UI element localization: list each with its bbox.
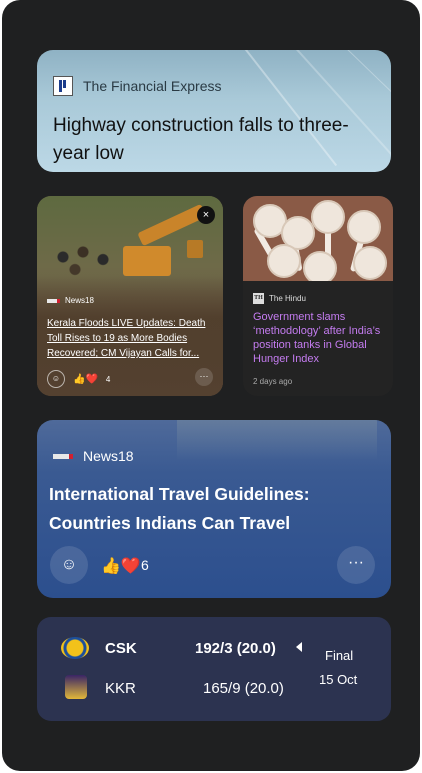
news-photo-disks xyxy=(243,196,393,281)
source-row: TH The Hindu xyxy=(253,293,306,304)
winner-arrow-icon xyxy=(296,642,302,652)
team-row-csk xyxy=(61,637,89,659)
more-options-button[interactable]: ··· xyxy=(337,546,375,584)
news-card-financial-express[interactable]: The Financial Express Highway constructi… xyxy=(37,50,391,172)
photo-disk xyxy=(311,200,345,234)
source-name: News18 xyxy=(65,296,94,305)
headline-link[interactable]: Government slams ‘methodology’ after Ind… xyxy=(253,310,388,366)
source-name: News18 xyxy=(83,448,134,464)
team-row-kkr xyxy=(65,675,87,699)
headline[interactable]: Highway construction falls to three-year… xyxy=(53,112,383,168)
team-name: KKR xyxy=(105,680,136,697)
reaction-count: 4 xyxy=(105,374,111,384)
photo-disk xyxy=(347,210,381,244)
news18-logo-icon xyxy=(53,453,73,459)
source-row: The Financial Express xyxy=(53,76,222,96)
source-name: The Financial Express xyxy=(83,78,222,94)
add-reaction-icon[interactable]: ☺ xyxy=(47,370,65,388)
photo-excavator-bucket xyxy=(187,240,203,258)
news-card-travel-guidelines[interactable]: News18 International Travel Guidelines: … xyxy=(37,420,391,598)
news-feed-panel: The Financial Express Highway constructi… xyxy=(2,0,420,771)
cricket-score-card[interactable]: CSK 192/3 (20.0) KKR 165/9 (20.0) Final … xyxy=(37,617,391,721)
the-hindu-logo-icon: TH xyxy=(253,293,264,304)
team-score: 192/3 (20.0) xyxy=(195,640,276,657)
financial-express-logo-icon xyxy=(53,76,73,96)
kkr-logo-icon xyxy=(65,675,87,699)
team-score: 165/9 (20.0) xyxy=(203,680,284,697)
photo-crowd xyxy=(47,232,127,282)
reaction-emoji-icon: 👍❤️ xyxy=(101,558,141,575)
headline-link[interactable]: Kerala Floods LIVE Updates: Death Toll R… xyxy=(47,316,217,361)
reactions-row: ☺ 👍❤️ 4 xyxy=(47,370,110,388)
more-options-button[interactable]: ··· xyxy=(195,368,213,386)
photo-disk xyxy=(353,246,387,280)
news-card-the-hindu[interactable]: TH The Hindu Government slams ‘methodolo… xyxy=(243,196,393,396)
source-row: News18 xyxy=(53,448,134,464)
news18-logo-icon xyxy=(47,298,60,303)
photo-disk xyxy=(267,244,301,278)
team-name: CSK xyxy=(105,640,137,657)
headline[interactable]: International Travel Guidelines: Countri… xyxy=(49,480,379,538)
reaction-emoji-icon: 👍❤️ xyxy=(73,373,98,385)
photo-excavator-body xyxy=(123,246,171,276)
news-card-kerala-floods[interactable]: × News18 Kerala Floods LIVE Updates: Dea… xyxy=(37,196,223,396)
background-image xyxy=(177,420,377,460)
match-status: Final xyxy=(325,648,354,663)
source-row: News18 xyxy=(47,296,94,305)
source-name: The Hindu xyxy=(269,294,306,303)
match-date: 15 Oct xyxy=(319,672,358,687)
reaction-count: 6 xyxy=(141,557,149,573)
csk-logo-icon xyxy=(61,637,89,659)
close-icon[interactable]: × xyxy=(197,206,215,224)
timestamp: 2 days ago xyxy=(253,377,293,386)
add-reaction-icon[interactable]: ☺ xyxy=(50,546,88,584)
photo-disk xyxy=(303,251,337,281)
